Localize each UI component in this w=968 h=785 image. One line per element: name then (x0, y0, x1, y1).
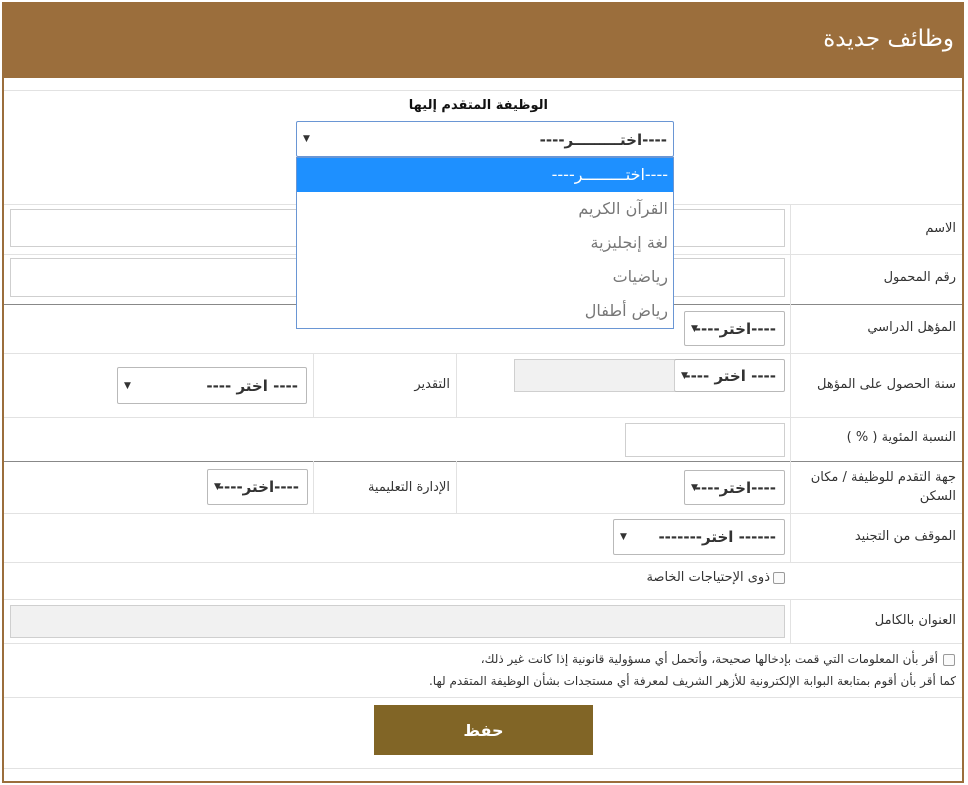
special-needs-checkbox[interactable] (773, 572, 785, 584)
job-option[interactable]: رياض أطفال (297, 294, 673, 328)
dropdown-arrow-icon: ▼ (691, 482, 698, 493)
dropdown-arrow-icon: ▼ (214, 482, 221, 492)
military-select-value: ------ اختر------- (658, 528, 776, 546)
page-title: وظائف جديدة (823, 26, 954, 52)
edu-admin-label: الإدارة التعليمية (367, 480, 450, 495)
location-label: جهة التقدم للوظيفة / مكان السكن (810, 470, 956, 504)
column-divider (456, 461, 457, 513)
declaration-line-1: أقر بأن المعلومات التي قمت بإدخالها صحيح… (480, 652, 938, 666)
divider (4, 697, 962, 698)
divider (4, 562, 962, 563)
divider (4, 599, 962, 600)
edu-admin-select-value: ----اختر---- (217, 478, 299, 496)
job-select[interactable]: ----اختـــــــــر---- ▼ (296, 121, 674, 157)
address-label: العنوان بالكامل (874, 613, 956, 628)
divider (4, 461, 962, 462)
job-option[interactable]: القرآن الكريم (297, 192, 673, 226)
percentage-label: النسبة المئوية ( % ) (846, 430, 956, 445)
grade-select[interactable]: ---- اختر ---- ▼ (117, 367, 307, 404)
special-needs-label: ذوى الإحتياجات الخاصة (646, 570, 770, 585)
divider (4, 643, 962, 644)
dropdown-arrow-icon: ▼ (620, 532, 627, 542)
column-divider (790, 599, 791, 643)
grad-year-select[interactable]: ---- اختر ---- ▼ (674, 359, 785, 392)
job-select-value: ----اختـــــــــر---- (539, 131, 667, 149)
address-input[interactable] (10, 605, 785, 638)
military-select[interactable]: ------ اختر------- ▼ (613, 519, 785, 555)
percentage-input[interactable] (625, 423, 785, 457)
job-label: الوظيفة المتقدم إليها (408, 98, 548, 113)
grade-select-value: ---- اختر ---- (206, 376, 298, 395)
job-dropdown-list[interactable]: ----اختـــــــــر---- القرآن الكريم لغة … (296, 157, 674, 329)
dropdown-arrow-icon: ▼ (681, 370, 688, 381)
dropdown-arrow-icon: ▼ (124, 380, 131, 391)
declaration-line-2: كما أقر بأن أقوم بمتابعة البوابة الإلكتر… (428, 674, 956, 688)
divider (4, 90, 962, 91)
military-label: الموقف من التجنيد (854, 529, 956, 544)
page-header: وظائف جديدة (2, 2, 964, 78)
edu-admin-select[interactable]: ----اختر---- ▼ (207, 469, 308, 505)
mobile-label: رقم المحمول (883, 270, 956, 285)
divider (4, 353, 962, 354)
grad-year-select-value: ---- اختر ---- (684, 366, 776, 385)
qualification-select[interactable]: ----اختر---- ▼ (684, 311, 785, 346)
qualification-select-value: ----اختر---- (694, 319, 776, 338)
name-label: الاسم (925, 221, 956, 236)
job-option[interactable]: ----اختـــــــــر---- (297, 158, 673, 192)
divider (4, 417, 962, 418)
column-divider (456, 353, 457, 417)
dropdown-arrow-icon: ▼ (691, 323, 698, 334)
location-select-value: ----اختر---- (694, 478, 776, 497)
column-divider (313, 353, 314, 417)
divider (4, 768, 962, 769)
location-select[interactable]: ----اختر---- ▼ (684, 470, 785, 505)
qualification-label: المؤهل الدراسي (867, 320, 956, 335)
grad-year-label: سنة الحصول على المؤهل (817, 377, 956, 392)
column-divider (313, 461, 314, 513)
grade-label: التقدير (414, 377, 450, 392)
save-button[interactable]: حفظ (374, 705, 593, 755)
column-divider (790, 204, 791, 562)
grad-year-display (514, 359, 675, 392)
dropdown-arrow-icon: ▼ (303, 134, 310, 144)
divider (4, 513, 962, 514)
job-option[interactable]: لغة إنجليزية (297, 226, 673, 260)
job-option[interactable]: رياضيات (297, 260, 673, 294)
declaration-checkbox[interactable] (943, 654, 955, 666)
